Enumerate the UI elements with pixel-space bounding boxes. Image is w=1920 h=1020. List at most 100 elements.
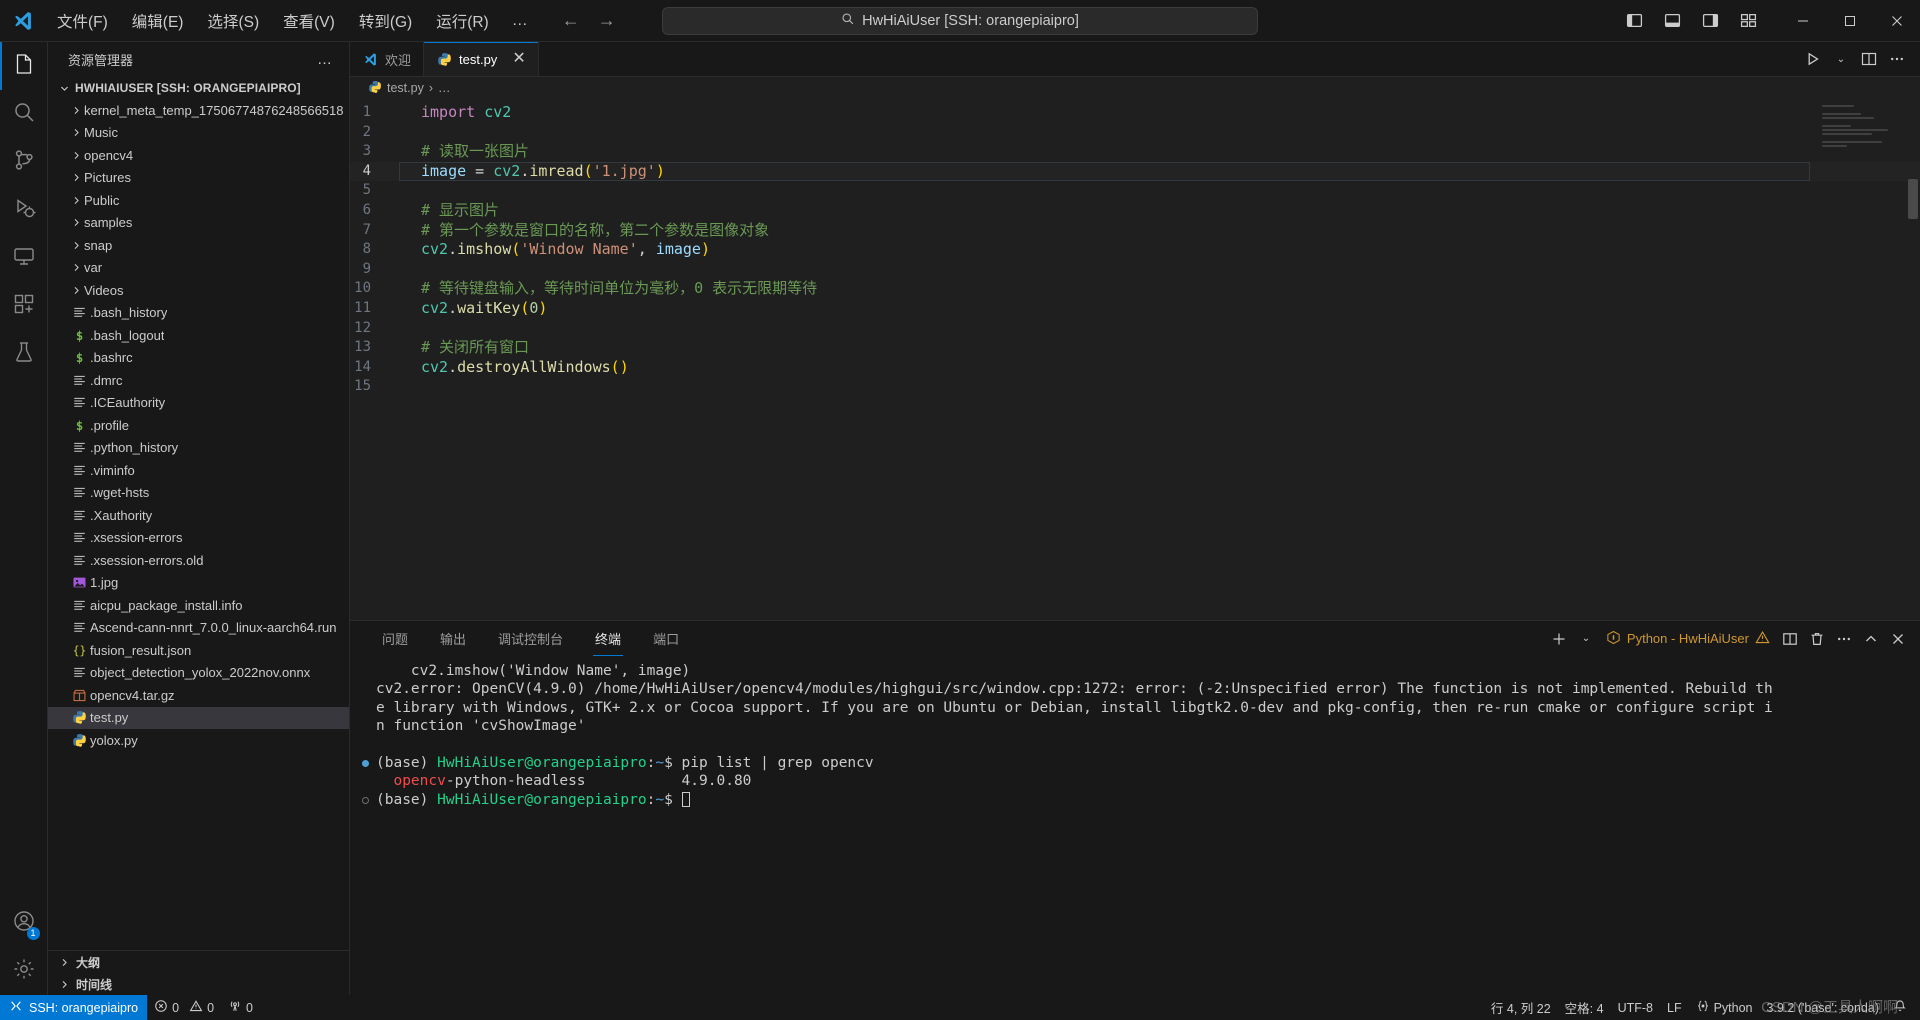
- code-line[interactable]: 4 image = cv2.imread('1.jpg'): [350, 161, 1920, 182]
- go-back-icon[interactable]: ←: [561, 10, 581, 31]
- tree-file-row[interactable]: $ .profile: [48, 414, 349, 437]
- menu-go[interactable]: 转到(G): [348, 5, 423, 37]
- tab-terminal[interactable]: 终端: [583, 621, 633, 656]
- tree-file-row[interactable]: .viminfo: [48, 459, 349, 482]
- tree-file-row[interactable]: .xsession-errors: [48, 527, 349, 550]
- code-line[interactable]: 11 cv2.waitKey(0): [350, 299, 1920, 319]
- tree-file-row[interactable]: $ .bash_logout: [48, 324, 349, 347]
- split-terminal-button[interactable]: [1778, 625, 1802, 653]
- tree-file-row[interactable]: $ .bashrc: [48, 347, 349, 370]
- editor-scrollbar[interactable]: [1906, 99, 1920, 620]
- activity-item-remote-explorer[interactable]: [0, 234, 48, 282]
- code-line-text[interactable]: [394, 377, 421, 397]
- code-line[interactable]: 12: [350, 319, 1920, 339]
- status-problems[interactable]: 0 0: [147, 995, 221, 1020]
- status-language-mode[interactable]: Python: [1689, 995, 1760, 1020]
- code-line[interactable]: 6 # 显示图片: [350, 201, 1920, 221]
- code-line[interactable]: 7 # 第一个参数是窗口的名称，第二个参数是图像对象: [350, 221, 1920, 241]
- terminal-output[interactable]: cv2.imshow('Window Name', image) cv2.erro…: [350, 656, 1920, 995]
- customize-layout-icon[interactable]: [1731, 6, 1765, 36]
- tree-file-row[interactable]: .python_history: [48, 437, 349, 460]
- code-content[interactable]: 1 import cv2 2 3 # 读取一张图片 4 image = cv2.imread…: [350, 99, 1920, 397]
- tree-file-row[interactable]: .Xauthority: [48, 504, 349, 527]
- close-panel-button[interactable]: [1886, 625, 1910, 653]
- tree-file-row[interactable]: .dmrc: [48, 369, 349, 392]
- code-line[interactable]: 9: [350, 260, 1920, 280]
- code-line-text[interactable]: # 等待键盘输入，等待时间单位为毫秒，0 表示无限期等待: [394, 279, 817, 299]
- editor-scrollbar-thumb[interactable]: [1908, 179, 1918, 219]
- activity-item-source-control[interactable]: [0, 138, 48, 186]
- code-line[interactable]: 2: [350, 123, 1920, 143]
- kill-terminal-button[interactable]: [1805, 625, 1829, 653]
- code-line-text[interactable]: [394, 181, 421, 201]
- code-line[interactable]: 3 # 读取一张图片: [350, 142, 1920, 162]
- code-line[interactable]: 1 import cv2: [350, 103, 1920, 123]
- new-terminal-button[interactable]: [1547, 625, 1571, 653]
- code-line[interactable]: 15: [350, 377, 1920, 397]
- panel-more-actions-button[interactable]: [1832, 625, 1856, 653]
- maximize-panel-button[interactable]: [1859, 625, 1883, 653]
- activity-item-explorer[interactable]: [0, 42, 48, 90]
- tree-file-row[interactable]: 1.jpg: [48, 572, 349, 595]
- code-line-text[interactable]: cv2.destroyAllWindows(): [394, 358, 629, 378]
- run-python-file-button[interactable]: [1800, 44, 1826, 74]
- minimap[interactable]: [1822, 105, 1906, 157]
- window-minimize-button[interactable]: [1779, 0, 1826, 42]
- code-line-text[interactable]: cv2.imshow('Window Name', image): [394, 240, 710, 260]
- activity-item-run-and-debug[interactable]: [0, 186, 48, 234]
- code-line[interactable]: 10 # 等待键盘输入，等待时间单位为毫秒，0 表示无限期等待: [350, 279, 1920, 299]
- terminal-selector[interactable]: Python - HwHiAiUser: [1601, 626, 1775, 652]
- status-eol[interactable]: LF: [1660, 995, 1689, 1020]
- code-line[interactable]: 14 cv2.destroyAllWindows(): [350, 358, 1920, 378]
- go-forward-icon[interactable]: →: [597, 10, 617, 31]
- tree-folder-row[interactable]: opencv4: [48, 144, 349, 167]
- code-line[interactable]: 13 # 关闭所有窗口: [350, 338, 1920, 358]
- tree-file-row[interactable]: aicpu_package_install.info: [48, 594, 349, 617]
- code-line-text[interactable]: [394, 260, 421, 280]
- toggle-secondary-sidebar-icon[interactable]: [1693, 6, 1727, 36]
- code-line-text[interactable]: image = cv2.imread('1.jpg'): [394, 162, 665, 182]
- activity-item-extensions[interactable]: [0, 282, 48, 330]
- file-tree[interactable]: HWHIAIUSER [SSH: ORANGEPIAIPRO] kernel_m…: [48, 77, 349, 950]
- code-line-text[interactable]: # 关闭所有窗口: [394, 338, 529, 358]
- code-line-text[interactable]: [394, 319, 421, 339]
- code-line-text[interactable]: # 读取一张图片: [394, 142, 529, 162]
- activity-item-search[interactable]: [0, 90, 48, 138]
- activity-item-testing[interactable]: [0, 330, 48, 378]
- tree-file-row[interactable]: {} fusion_result.json: [48, 639, 349, 662]
- tree-file-row[interactable]: .bash_history: [48, 302, 349, 325]
- menu-selection[interactable]: 选择(S): [196, 5, 270, 37]
- tree-file-row[interactable]: Ascend-cann-nnrt_7.0.0_linux-aarch64.run: [48, 617, 349, 640]
- status-indentation[interactable]: 空格: 4: [1558, 995, 1611, 1020]
- tree-file-row[interactable]: .ICEauthority: [48, 392, 349, 415]
- tree-folder-row[interactable]: Pictures: [48, 167, 349, 190]
- menu-file[interactable]: 文件(F): [46, 5, 119, 37]
- chevron-down-icon[interactable]: ⌄: [1828, 44, 1854, 74]
- tree-file-row[interactable]: .xsession-errors.old: [48, 549, 349, 572]
- tree-folder-row[interactable]: Music: [48, 122, 349, 145]
- tree-folder-row[interactable]: kernel_meta_temp_17506774876248566518: [48, 99, 349, 122]
- split-editor-button[interactable]: [1856, 44, 1882, 74]
- tree-file-row[interactable]: object_detection_yolox_2022nov.onnx: [48, 662, 349, 685]
- status-encoding[interactable]: UTF-8: [1611, 995, 1660, 1020]
- timeline-section[interactable]: 时间线: [48, 973, 349, 995]
- code-line-text[interactable]: # 第一个参数是窗口的名称，第二个参数是图像对象: [394, 221, 769, 241]
- tree-folder-row[interactable]: var: [48, 257, 349, 280]
- status-cursor-position[interactable]: 行 4, 列 22: [1484, 995, 1558, 1020]
- tree-file-row[interactable]: yolox.py: [48, 729, 349, 752]
- activity-item-accounts[interactable]: 1: [0, 899, 48, 947]
- menu-view[interactable]: 查看(V): [272, 5, 346, 37]
- code-line-text[interactable]: import cv2: [394, 103, 511, 123]
- tab-problems[interactable]: 问题: [370, 621, 420, 656]
- tree-folder-row[interactable]: snap: [48, 234, 349, 257]
- tree-folder-row[interactable]: samples: [48, 212, 349, 235]
- tree-folder-row[interactable]: Videos: [48, 279, 349, 302]
- code-line-text[interactable]: [394, 123, 421, 143]
- tree-root-folder[interactable]: HWHIAIUSER [SSH: ORANGEPIAIPRO]: [48, 77, 349, 99]
- tab-test-py[interactable]: test.py ✕: [424, 42, 539, 76]
- menu-run[interactable]: 运行(R): [425, 5, 500, 37]
- tab-ports[interactable]: 端口: [641, 621, 691, 656]
- close-icon[interactable]: ✕: [512, 51, 525, 67]
- command-center-search[interactable]: HwHiAiUser [SSH: orangepiaipro]: [662, 6, 1258, 35]
- code-line[interactable]: 5: [350, 181, 1920, 201]
